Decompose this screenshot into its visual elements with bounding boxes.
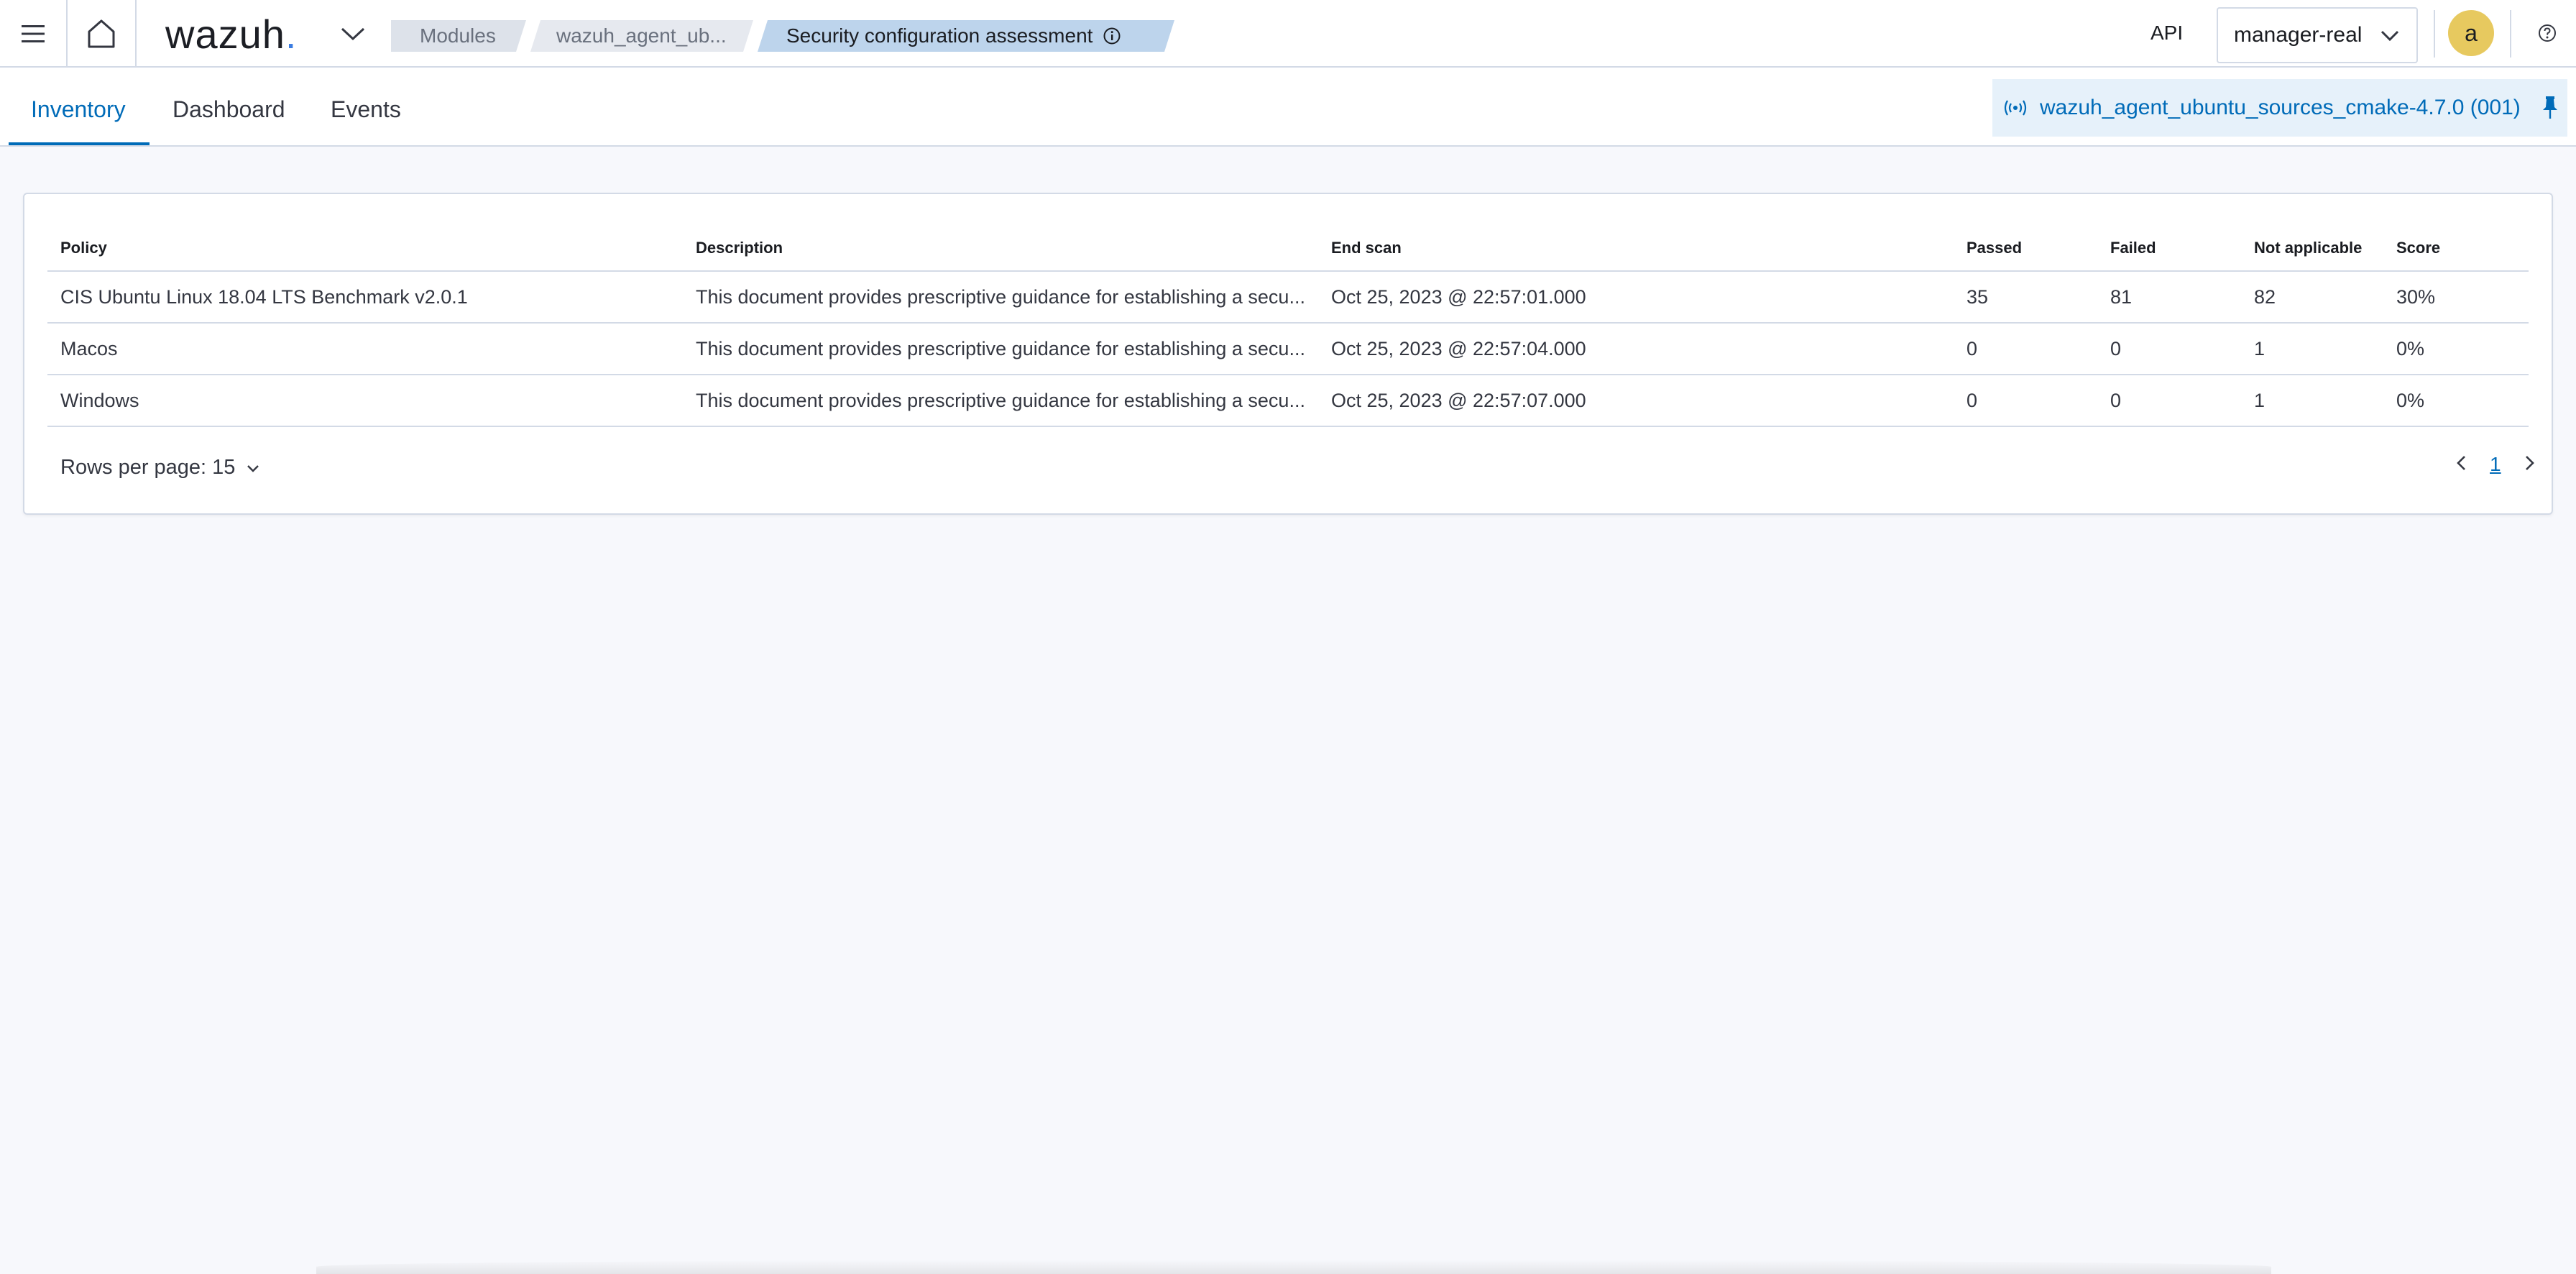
tab-dashboard[interactable]: Dashboard — [172, 96, 285, 123]
cell-end-scan: Oct 25, 2023 @ 22:57:04.000 — [1331, 338, 1586, 359]
chevron-left-icon — [2457, 455, 2465, 470]
previous-page-button[interactable] — [2454, 454, 2470, 476]
top-header: wazuh. Modules wazuh_agent_ub... Securit… — [0, 0, 2576, 68]
chevron-down-icon — [245, 460, 261, 476]
divider — [2510, 10, 2511, 58]
cell-policy: Macos — [60, 338, 118, 359]
table-row[interactable]: Macos This document provides prescriptiv… — [47, 324, 2529, 375]
cell-not-applicable: 1 — [2254, 390, 2266, 411]
app-menu-toggle[interactable] — [334, 14, 372, 53]
api-label: API — [2150, 22, 2184, 44]
tab-inventory[interactable]: Inventory — [31, 96, 126, 123]
chevron-down-icon — [341, 27, 365, 41]
cell-failed: 81 — [2110, 286, 2133, 308]
tab-events[interactable]: Events — [331, 96, 401, 123]
breadcrumb-current: Security configuration assessment — [758, 20, 1174, 52]
cell-end-scan: Oct 25, 2023 @ 22:57:07.000 — [1331, 390, 1586, 411]
pagination: 1 — [2454, 453, 2537, 476]
cell-policy: CIS Ubuntu Linux 18.04 LTS Benchmark v2.… — [60, 286, 468, 308]
api-select-value: manager-real — [2234, 23, 2363, 47]
breadcrumb-label: Security configuration assessment — [786, 24, 1093, 47]
info-icon[interactable] — [1103, 27, 1121, 45]
home-button[interactable] — [68, 0, 137, 68]
bottom-shadow — [316, 1260, 2271, 1274]
column-header-policy[interactable]: Policy — [60, 239, 107, 257]
column-header-passed[interactable]: Passed — [1966, 239, 2022, 257]
column-header-failed[interactable]: Failed — [2110, 239, 2156, 257]
table-row[interactable]: Windows This document provides prescript… — [47, 375, 2529, 427]
cell-failed: 0 — [2110, 390, 2122, 411]
cell-score: 0% — [2396, 338, 2425, 359]
column-header-not-applicable[interactable]: Not applicable — [2254, 239, 2362, 257]
cell-not-applicable: 1 — [2254, 338, 2266, 359]
cell-score: 0% — [2396, 390, 2425, 411]
help-icon — [2539, 24, 2556, 42]
pinned-agent[interactable]: wazuh_agent_ubuntu_sources_cmake-4.7.0 (… — [1992, 79, 2567, 137]
page-number-button[interactable]: 1 — [2490, 453, 2501, 476]
column-header-description[interactable]: Description — [696, 239, 783, 257]
cell-policy: Windows — [60, 390, 139, 411]
wazuh-logo[interactable]: wazuh. — [165, 7, 297, 60]
api-select[interactable]: manager-real — [2217, 7, 2418, 63]
table-row[interactable]: CIS Ubuntu Linux 18.04 LTS Benchmark v2.… — [47, 272, 2529, 324]
cell-score: 30% — [2396, 286, 2436, 308]
column-header-end-scan[interactable]: End scan — [1331, 239, 1402, 257]
breadcrumb-label: Modules — [420, 24, 496, 47]
pin-icon[interactable] — [2540, 95, 2560, 127]
home-icon — [88, 19, 115, 48]
cell-passed: 0 — [1966, 338, 1978, 359]
module-tabs-bar: Inventory Dashboard Events wazuh_agent_u… — [0, 68, 2576, 147]
cell-passed: 0 — [1966, 390, 1978, 411]
antenna-icon — [2004, 100, 2027, 116]
cell-description: This document provides prescriptive guid… — [696, 390, 1305, 411]
avatar-initial: a — [2465, 19, 2478, 46]
hamburger-icon — [22, 25, 45, 42]
pinned-agent-label: wazuh_agent_ubuntu_sources_cmake-4.7.0 (… — [2040, 96, 2521, 119]
next-page-button[interactable] — [2521, 454, 2537, 476]
table-header: Policy Description End scan Passed Faile… — [47, 221, 2529, 272]
help-button[interactable] — [2530, 16, 2564, 50]
breadcrumb: Modules wazuh_agent_ub... Security confi… — [391, 20, 1179, 52]
divider — [2434, 10, 2435, 58]
active-tab-indicator — [9, 142, 150, 145]
cell-passed: 35 — [1966, 286, 1989, 308]
chevron-down-icon — [2379, 24, 2401, 52]
cell-description: This document provides prescriptive guid… — [696, 338, 1305, 359]
cell-description: This document provides prescriptive guid… — [696, 286, 1305, 308]
column-header-score[interactable]: Score — [2396, 239, 2440, 257]
breadcrumb-label: wazuh_agent_ub... — [556, 24, 727, 47]
rows-per-page-label: Rows per page: 15 — [60, 456, 236, 479]
cell-not-applicable: 82 — [2254, 286, 2276, 308]
logo-text: wazuh — [165, 11, 285, 57]
breadcrumb-modules[interactable]: Modules — [391, 20, 526, 52]
avatar[interactable]: a — [2448, 10, 2494, 56]
rows-per-page-selector[interactable]: Rows per page: 15 — [60, 456, 261, 480]
cell-end-scan: Oct 25, 2023 @ 22:57:01.000 — [1331, 286, 1586, 308]
menu-button[interactable] — [0, 0, 68, 68]
logo-dot: . — [285, 11, 298, 57]
chevron-right-icon — [2525, 455, 2534, 470]
policies-panel: Policy Description End scan Passed Faile… — [23, 193, 2553, 515]
cell-failed: 0 — [2110, 338, 2122, 359]
breadcrumb-agent[interactable]: wazuh_agent_ub... — [530, 20, 753, 52]
